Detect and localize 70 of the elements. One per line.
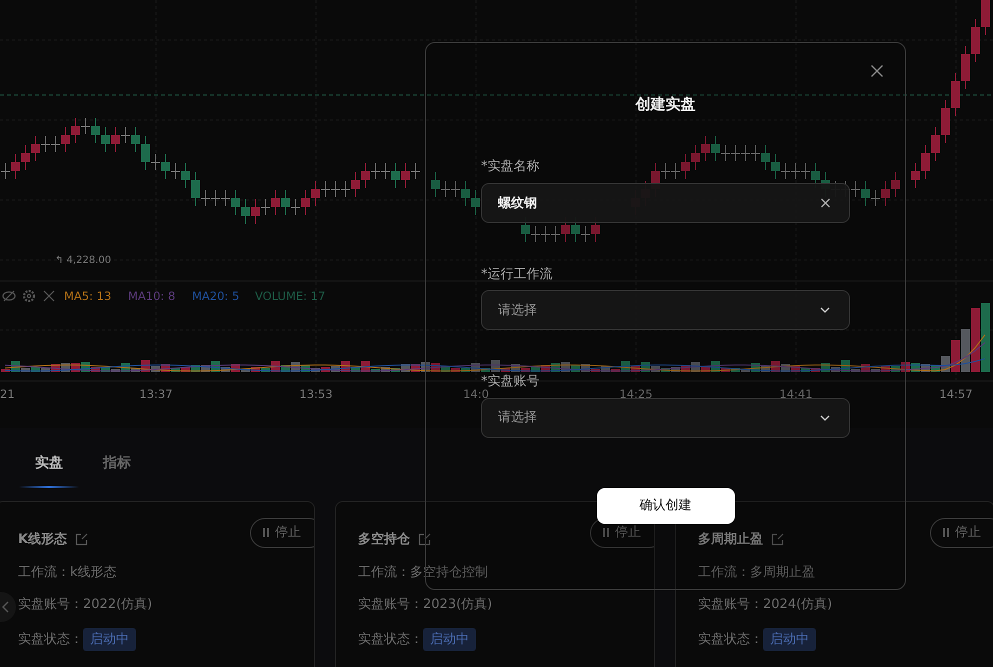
- pause-icon: [603, 528, 609, 538]
- select-field[interactable]: 请选择: [481, 290, 850, 330]
- candle: [941, 100, 950, 144]
- account-text: 实盘账号：2023(仿真): [358, 596, 494, 614]
- time-label: 13:53: [299, 387, 333, 401]
- workflow-text: 工作流：k线形态: [18, 564, 118, 582]
- candle: [741, 144, 750, 162]
- card-title: 多周期止盈: [698, 531, 763, 549]
- select-field[interactable]: 请选择: [481, 398, 850, 438]
- candle: [951, 72, 960, 116]
- candle: [701, 136, 710, 162]
- status-label: 实盘状态：: [18, 630, 83, 648]
- candle: [961, 46, 970, 90]
- candle: [971, 18, 980, 62]
- close-button[interactable]: [871, 65, 883, 77]
- close-icon: [43, 290, 55, 302]
- legend-label: MA10: 8: [128, 289, 176, 303]
- account-text: 实盘账号：2022(仿真): [18, 596, 154, 614]
- edit-icon[interactable]: [418, 533, 431, 546]
- status-label: 实盘状态：: [698, 630, 763, 648]
- workflow-text: 工作流：多周期止盈: [698, 564, 816, 582]
- edit-icon[interactable]: [771, 533, 784, 546]
- candle: [911, 162, 920, 188]
- tab[interactable]: 指标: [87, 453, 147, 488]
- candle: [691, 144, 700, 170]
- candle: [21, 144, 30, 170]
- field-label: *实盘名称: [481, 158, 540, 176]
- candle: [241, 198, 250, 224]
- account-text: 实盘账号：2024(仿真): [698, 596, 834, 614]
- clear-icon[interactable]: [821, 198, 830, 207]
- legend-label: MA5: 13: [64, 289, 112, 303]
- candle: [731, 144, 740, 162]
- settings-icon: [22, 290, 36, 302]
- status-label: 实盘状态：: [358, 630, 423, 648]
- status-badge: 启动中: [83, 628, 136, 651]
- time-label: 21: [0, 387, 15, 401]
- time-label: 13:37: [139, 387, 173, 401]
- candle: [541, 226, 550, 242]
- field-label: *运行工作流: [481, 266, 552, 284]
- chevron-down-icon: [820, 307, 830, 313]
- stop-button[interactable]: 停止: [250, 518, 314, 548]
- time-label: 14:57: [939, 387, 973, 401]
- candle: [101, 126, 110, 152]
- chevron-left-icon: [2, 601, 10, 613]
- chevron-down-icon: [820, 414, 830, 420]
- candle: [331, 180, 340, 198]
- tab[interactable]: 实盘: [19, 453, 79, 488]
- legend-label: VOLUME: 17: [255, 289, 326, 303]
- dialog-title: 创建实盘: [634, 94, 696, 115]
- candle: [981, 0, 990, 36]
- candle: [931, 126, 940, 162]
- legend-label: MA20: 5: [192, 289, 240, 303]
- stop-button[interactable]: 停止: [930, 518, 993, 548]
- card-title: K线形态: [18, 531, 68, 549]
- pause-icon: [263, 528, 269, 538]
- confirm-button[interactable]: 确认创建: [596, 488, 734, 524]
- card-title: 多空持仓: [358, 530, 410, 549]
- candle: [211, 190, 220, 206]
- field-label: *实盘账号: [481, 373, 540, 390]
- hide-icon: [2, 290, 16, 302]
- pause-icon: [943, 528, 949, 538]
- status-badge: 启动中: [423, 628, 476, 651]
- status-badge: 启动中: [763, 628, 816, 651]
- edit-icon[interactable]: [75, 533, 88, 546]
- candle: [921, 144, 930, 180]
- candle: [471, 190, 480, 216]
- low-price-label: ↰ 4,228.00: [55, 255, 112, 266]
- name-field[interactable]: 螺纹钢: [481, 182, 850, 222]
- candle: [891, 172, 900, 198]
- candle: [791, 162, 800, 180]
